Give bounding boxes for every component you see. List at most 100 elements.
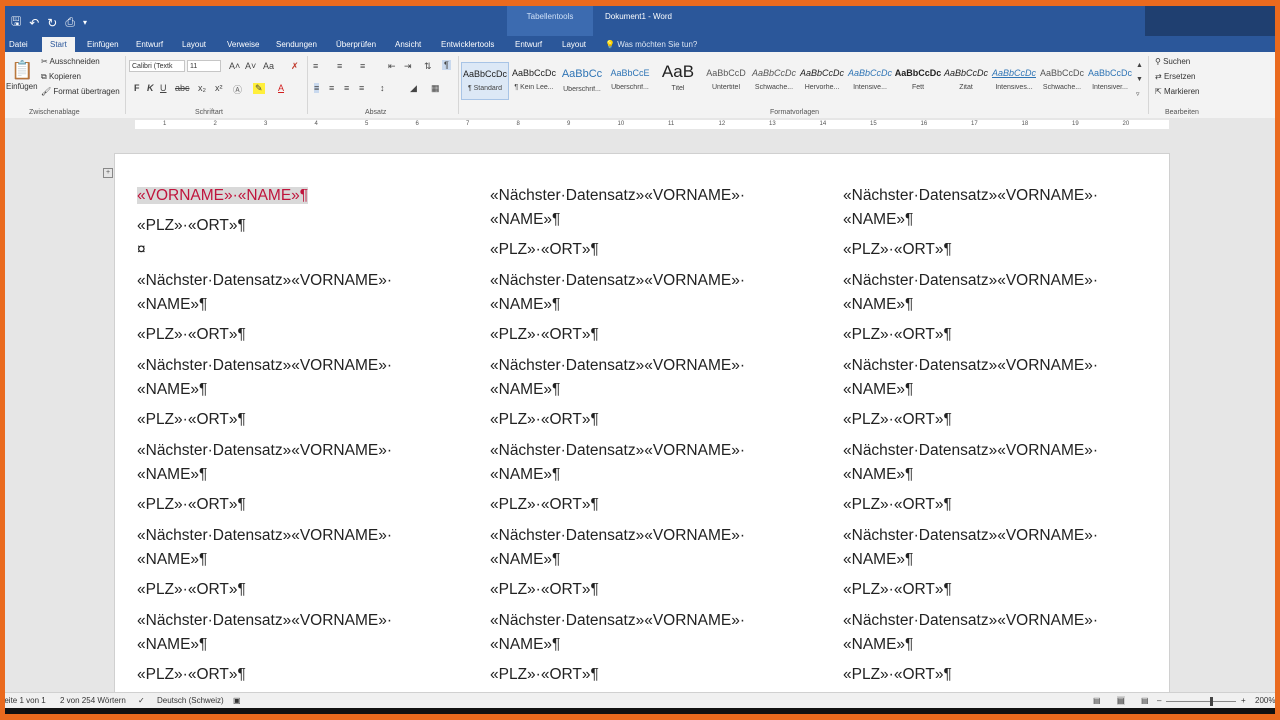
style-intense-quote[interactable]: AaBbCcDc Intensives... [990,62,1038,100]
text-effects-icon[interactable]: Ⓐ [233,83,242,96]
tell-me-search[interactable]: 💡 Was möchten Sie tun? [605,40,697,49]
font-size-select[interactable]: 11 [187,60,221,72]
tab-entwurf[interactable]: Entwurf [136,40,163,49]
strikethrough-icon[interactable]: abc [175,83,190,93]
increase-indent-icon[interactable]: ⇥ [404,61,412,72]
zoom-out-icon[interactable]: – [1157,696,1161,705]
label-cell[interactable]: «Nächster·Datensatz»«VORNAME»· «NAME»¶ «PL… [490,439,820,519]
zoom-in-icon[interactable]: + [1241,696,1246,705]
tab-datei[interactable]: Datei [9,40,28,49]
find-button[interactable]: ⚲ Suchen [1155,57,1190,66]
label-cell[interactable]: «Nächster·Datensatz»«VORNAME»· «NAME»¶ «PL… [137,524,467,604]
style-subtle-emphasis[interactable]: AaBbCcDc Schwache... [750,62,798,100]
language-indicator[interactable]: Deutsch (Schweiz) [157,696,224,705]
superscript-icon[interactable]: x² [215,83,223,93]
multilevel-list-icon[interactable]: ≡ [360,61,365,71]
style-heading-1[interactable]: AaBbCc Überschrif... [558,62,606,100]
customize-qat-icon[interactable]: ▾ [83,18,87,27]
tab-layout[interactable]: Layout [182,40,206,49]
shading-icon[interactable]: ◢ [410,83,417,94]
style-strong[interactable]: AaBbCcDc Fett [894,62,942,100]
grow-font-icon[interactable]: A˄ [229,61,240,71]
bullets-icon[interactable]: ≡ [313,61,318,71]
label-cell[interactable]: «Nächster·Datensatz»«VORNAME»· «NAME»¶ «PL… [137,354,467,434]
tab-einfuegen[interactable]: Einfügen [87,40,119,49]
align-left-icon[interactable]: ≡ [314,83,320,93]
proofing-icon[interactable]: ✓ [138,696,145,705]
label-cell[interactable]: «Nächster·Datensatz»«VORNAME»· «NAME»¶ «PL… [843,609,1169,689]
label-cell[interactable]: «Nächster·Datensatz»«VORNAME»· «NAME»¶ «PL… [490,609,820,689]
tab-table-layout[interactable]: Layout [562,40,586,49]
tab-sendungen[interactable]: Sendungen [276,40,317,49]
paste-icon[interactable]: 📋 [11,60,33,81]
paste-button[interactable]: Einfügen [6,82,38,91]
styles-scroll-down-icon[interactable]: ▼ [1136,76,1143,83]
zoom-slider-thumb[interactable] [1210,697,1213,706]
copy-button[interactable]: ⧉ Kopieren [41,72,81,82]
label-cell[interactable]: «Nächster·Datensatz»«VORNAME»· «NAME»¶ «PL… [137,439,467,519]
tab-ueberpruefen[interactable]: Überprüfen [336,40,376,49]
style-title[interactable]: AaB Titel [654,62,702,100]
style-standard[interactable]: AaBbCcDc ¶ Standard [461,62,509,100]
tab-verweise[interactable]: Verweise [227,40,259,49]
borders-icon[interactable]: ▦ [431,83,440,94]
subscript-icon[interactable]: x₂ [198,83,206,93]
tab-start[interactable]: Start [42,37,75,53]
label-cell[interactable]: «Nächster·Datensatz»«VORNAME»· «NAME»¶ «PL… [843,269,1169,349]
page-count[interactable]: Seite 1 von 1 [5,696,46,705]
change-case-button[interactable]: Aa [263,61,274,71]
underline-button[interactable]: U [160,83,167,93]
clear-formatting-icon[interactable]: ✗ [291,61,299,72]
style-subtitle[interactable]: AaBbCcD Untertitel [702,62,750,100]
macro-icon[interactable]: ▣ [233,696,241,705]
bold-button[interactable]: F [134,83,140,93]
justify-icon[interactable]: ≡ [359,83,364,93]
align-center-icon[interactable]: ≡ [329,83,334,93]
font-name-select[interactable]: Calibri (Textk [129,60,185,72]
label-cell[interactable]: «Nächster·Datensatz»«VORNAME»· «NAME»¶ «PL… [843,354,1169,434]
style-emphasis[interactable]: AaBbCcDc Hervorhe... [798,62,846,100]
shrink-font-icon[interactable]: A˅ [245,61,256,71]
styles-more-icon[interactable]: ▿ [1136,90,1140,98]
table-move-handle-icon[interactable]: + [103,168,113,178]
label-cell[interactable]: «Nächster·Datensatz»«VORNAME»· «NAME»¶ «PL… [843,524,1169,604]
style-intense-emphasis[interactable]: AaBbCcDc Intensive... [846,62,894,100]
read-mode-icon[interactable]: ▤ [1093,696,1101,705]
highlight-color-icon[interactable]: ✎ [253,83,265,94]
cut-button[interactable]: ✂ Ausschneiden [41,57,100,66]
word-count[interactable]: 2 von 254 Wörtern [60,696,126,705]
label-cell[interactable]: «Nächster·Datensatz»«VORNAME»· «NAME»¶ «PL… [137,269,467,349]
align-right-icon[interactable]: ≡ [344,83,349,93]
label-cell[interactable]: «VORNAME»·«NAME»¶ «PLZ»·«ORT»¶ ¤ [137,184,467,264]
replace-button[interactable]: ⇄ Ersetzen [1155,72,1196,81]
horizontal-ruler[interactable]: 1 2 3 4 5 6 7 8 9 10 11 12 13 14 15 16 17 18 19 20 [5,118,1275,132]
numbering-icon[interactable]: ≡ [337,61,342,71]
document-page[interactable]: «VORNAME»·«NAME»¶ «PLZ»·«ORT»¶ ¤ «Nächster·… [114,153,1170,693]
zoom-slider[interactable] [1166,701,1236,702]
redo-icon[interactable]: ↻ [47,16,57,30]
print-layout-icon[interactable]: ▤ [1117,696,1125,705]
undo-icon[interactable]: ↶ [29,16,39,30]
tab-ansicht[interactable]: Ansicht [395,40,421,49]
sort-icon[interactable]: ⇅ [424,61,432,72]
line-spacing-icon[interactable]: ↕ [380,83,385,93]
decrease-indent-icon[interactable]: ⇤ [388,61,396,72]
label-cell[interactable]: «Nächster·Datensatz»«VORNAME»· «NAME»¶ «PL… [490,524,820,604]
label-cell[interactable]: «Nächster·Datensatz»«VORNAME»· «NAME»¶ «PL… [843,439,1169,519]
font-color-icon[interactable]: A [278,83,284,93]
label-cell[interactable]: «Nächster·Datensatz»«VORNAME»· «NAME»¶ «PL… [490,184,820,264]
show-formatting-button[interactable]: ¶ [442,60,451,70]
format-painter-button[interactable]: 🖌 Format übertragen [41,87,120,96]
italic-button[interactable]: K [147,83,154,93]
styles-scroll-up-icon[interactable]: ▲ [1136,62,1143,69]
label-cell[interactable]: «Nächster·Datensatz»«VORNAME»· «NAME»¶ «PL… [137,609,467,689]
label-cell[interactable]: «Nächster·Datensatz»«VORNAME»· «NAME»¶ «PL… [490,354,820,434]
print-preview-icon[interactable]: ⎙ [65,15,75,30]
style-heading-2[interactable]: AaBbCcE Überschrif... [606,62,654,100]
web-layout-icon[interactable]: ▤ [1141,696,1149,705]
tab-entwicklertools[interactable]: Entwicklertools [441,40,494,49]
label-cell[interactable]: «Nächster·Datensatz»«VORNAME»· «NAME»¶ «PL… [843,184,1169,264]
save-icon[interactable]: 🖫 [11,12,21,33]
style-quote[interactable]: AaBbCcDc Zitat [942,62,990,100]
style-subtle-reference[interactable]: AaBbCcDc Schwache... [1038,62,1086,100]
